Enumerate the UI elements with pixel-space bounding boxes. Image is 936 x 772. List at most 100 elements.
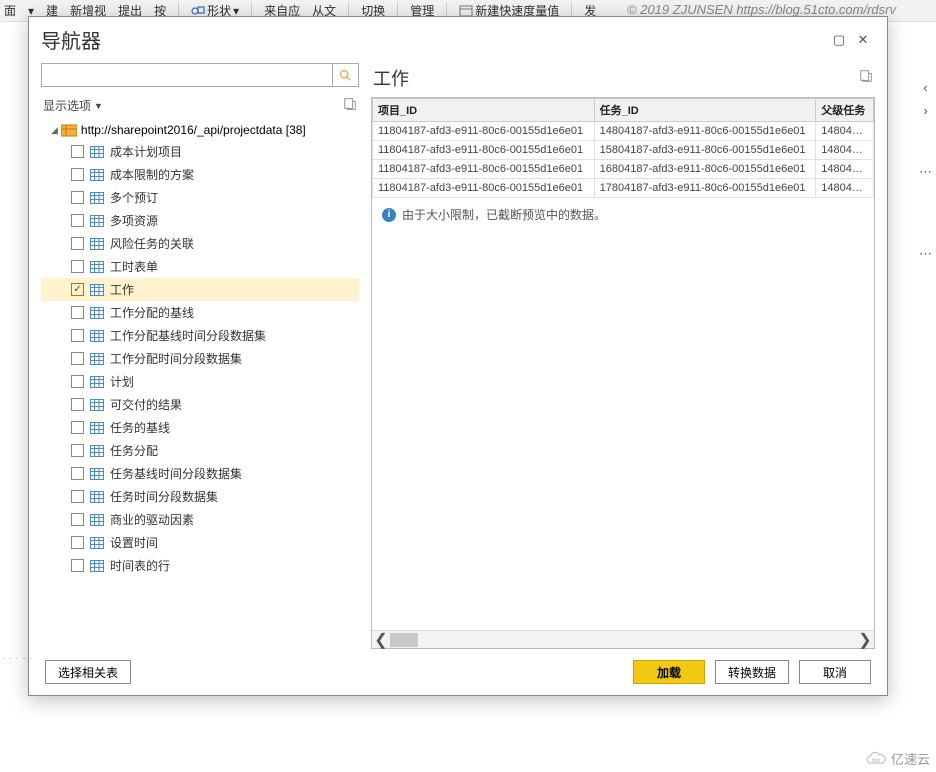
checkbox[interactable] [71, 168, 84, 181]
tree-item[interactable]: 工作分配时间分段数据集 [41, 347, 359, 370]
tree-item[interactable]: 多项资源 [41, 209, 359, 232]
checkbox[interactable] [71, 306, 84, 319]
table-icon [90, 169, 104, 181]
checkbox[interactable] [71, 559, 84, 572]
table-cell: 11804187-afd3-e911-80c6-00155d1e6e01 [373, 179, 595, 198]
table-cell: 11804187-afd3-e911-80c6-00155d1e6e01 [373, 141, 595, 160]
tree-item[interactable]: 任务时间分段数据集 [41, 485, 359, 508]
table-row[interactable]: 11804187-afd3-e911-80c6-00155d1e6e011580… [373, 141, 874, 160]
cancel-button[interactable]: 取消 [799, 660, 871, 684]
table-cell: 14804187 [816, 141, 874, 160]
table-cell: 17804187-afd3-e911-80c6-00155d1e6e01 [594, 179, 816, 198]
checkbox[interactable] [71, 398, 84, 411]
table-row[interactable]: 11804187-afd3-e911-80c6-00155d1e6e011680… [373, 160, 874, 179]
search-icon [339, 69, 352, 82]
chevron-left-icon[interactable]: ‹ [923, 80, 927, 95]
table-icon [90, 560, 104, 572]
tree-item[interactable]: 任务分配 [41, 439, 359, 462]
tree-item-label: 成本计划项目 [110, 143, 182, 160]
transform-button[interactable]: 转换数据 [715, 660, 789, 684]
tree-item[interactable]: 任务基线时间分段数据集 [41, 462, 359, 485]
search-input[interactable] [41, 63, 333, 87]
checkbox[interactable] [71, 191, 84, 204]
tree-item-label: 多项资源 [110, 212, 158, 229]
tree-item[interactable]: 多个预订 [41, 186, 359, 209]
ribbon-item[interactable]: 面 [4, 2, 16, 19]
checkbox[interactable] [71, 260, 84, 273]
column-header[interactable]: 任务_ID [594, 99, 816, 122]
table-icon [90, 146, 104, 158]
checkbox[interactable] [71, 214, 84, 227]
tree-item[interactable]: 工作分配的基线 [41, 301, 359, 324]
tree-item[interactable]: 工时表单 [41, 255, 359, 278]
chevron-right-icon[interactable]: › [923, 103, 927, 118]
checkbox[interactable] [71, 421, 84, 434]
checkbox[interactable] [71, 352, 84, 365]
ellipsis-icon[interactable]: ⋯ [919, 246, 932, 262]
checkbox[interactable] [71, 444, 84, 457]
checkbox[interactable] [71, 329, 84, 342]
preview-table: 项目_ID任务_ID父级任务 11804187-afd3-e911-80c6-0… [372, 98, 874, 198]
table-row[interactable]: 11804187-afd3-e911-80c6-00155d1e6e011780… [373, 179, 874, 198]
table-icon [90, 514, 104, 526]
load-button[interactable]: 加载 [633, 660, 705, 684]
table-cell: 11804187-afd3-e911-80c6-00155d1e6e01 [373, 122, 595, 141]
tree-item[interactable]: 工作分配基线时间分段数据集 [41, 324, 359, 347]
tree-item[interactable]: 时间表的行 [41, 554, 359, 577]
tree-item-label: 风险任务的关联 [110, 235, 194, 252]
tree-item-label: 设置时间 [110, 534, 158, 551]
navigator-tree[interactable]: ◢ http://sharepoint2016/_api/projectdata… [41, 120, 359, 649]
checkbox[interactable] [71, 283, 84, 296]
table-icon [90, 192, 104, 204]
table-icon [90, 330, 104, 342]
tree-item[interactable]: 可交付的结果 [41, 393, 359, 416]
tree-item[interactable]: 商业的驱动因素 [41, 508, 359, 531]
tree-item[interactable]: 任务的基线 [41, 416, 359, 439]
checkbox[interactable] [71, 375, 84, 388]
table-cell: 14804187-afd3-e911-80c6-00155d1e6e01 [594, 122, 816, 141]
tree-item-label: 可交付的结果 [110, 396, 182, 413]
close-button[interactable]: ✕ [851, 28, 875, 52]
table-row[interactable]: 11804187-afd3-e911-80c6-00155d1e6e011480… [373, 122, 874, 141]
preview-options-icon[interactable] [859, 69, 873, 88]
search-button[interactable] [333, 63, 359, 87]
scroll-right-icon[interactable]: ❯ [856, 631, 874, 649]
table-cell: 14804187 [816, 179, 874, 198]
dialog-title: 导航器 [41, 25, 827, 54]
tree-item-label: 工作 [110, 281, 134, 298]
display-options-dropdown[interactable]: 显示选项 ▼ [43, 97, 103, 114]
table-icon [90, 238, 104, 250]
tree-root[interactable]: ◢ http://sharepoint2016/_api/projectdata… [41, 120, 359, 140]
preview-title: 工作 [373, 65, 409, 91]
table-cell: 14804187 [816, 122, 874, 141]
tree-item[interactable]: 成本限制的方案 [41, 163, 359, 186]
select-related-button[interactable]: 选择相关表 [45, 660, 131, 684]
column-header[interactable]: 项目_ID [373, 99, 595, 122]
tree-item[interactable]: 成本计划项目 [41, 140, 359, 163]
tree-item[interactable]: 工作 [41, 278, 359, 301]
table-icon [90, 445, 104, 457]
dialog-footer: 选择相关表 加载 转换数据 取消 [29, 649, 887, 695]
checkbox[interactable] [71, 490, 84, 503]
checkbox[interactable] [71, 467, 84, 480]
checkbox[interactable] [71, 145, 84, 158]
restore-button[interactable]: ▢ [827, 28, 851, 52]
checkbox[interactable] [71, 237, 84, 250]
ellipsis-icon[interactable]: ⋯ [919, 164, 932, 180]
scroll-thumb[interactable] [390, 633, 418, 647]
horizontal-scrollbar[interactable]: ❮ ❯ [372, 630, 874, 648]
tree-item[interactable]: 设置时间 [41, 531, 359, 554]
navigator-left-panel: 显示选项 ▼ ◢ http://sharepoint2016/_api/proj… [41, 63, 359, 649]
scroll-left-icon[interactable]: ❮ [372, 631, 390, 649]
tree-item[interactable]: 计划 [41, 370, 359, 393]
table-icon [90, 399, 104, 411]
collapse-icon[interactable]: ◢ [51, 125, 58, 136]
tree-item-label: 工时表单 [110, 258, 158, 275]
tree-item-label: 时间表的行 [110, 557, 170, 574]
checkbox[interactable] [71, 513, 84, 526]
refresh-icon[interactable] [343, 97, 357, 114]
column-header[interactable]: 父级任务 [816, 99, 874, 122]
tree-item[interactable]: 风险任务的关联 [41, 232, 359, 255]
tree-item-label: 工作分配的基线 [110, 304, 194, 321]
checkbox[interactable] [71, 536, 84, 549]
